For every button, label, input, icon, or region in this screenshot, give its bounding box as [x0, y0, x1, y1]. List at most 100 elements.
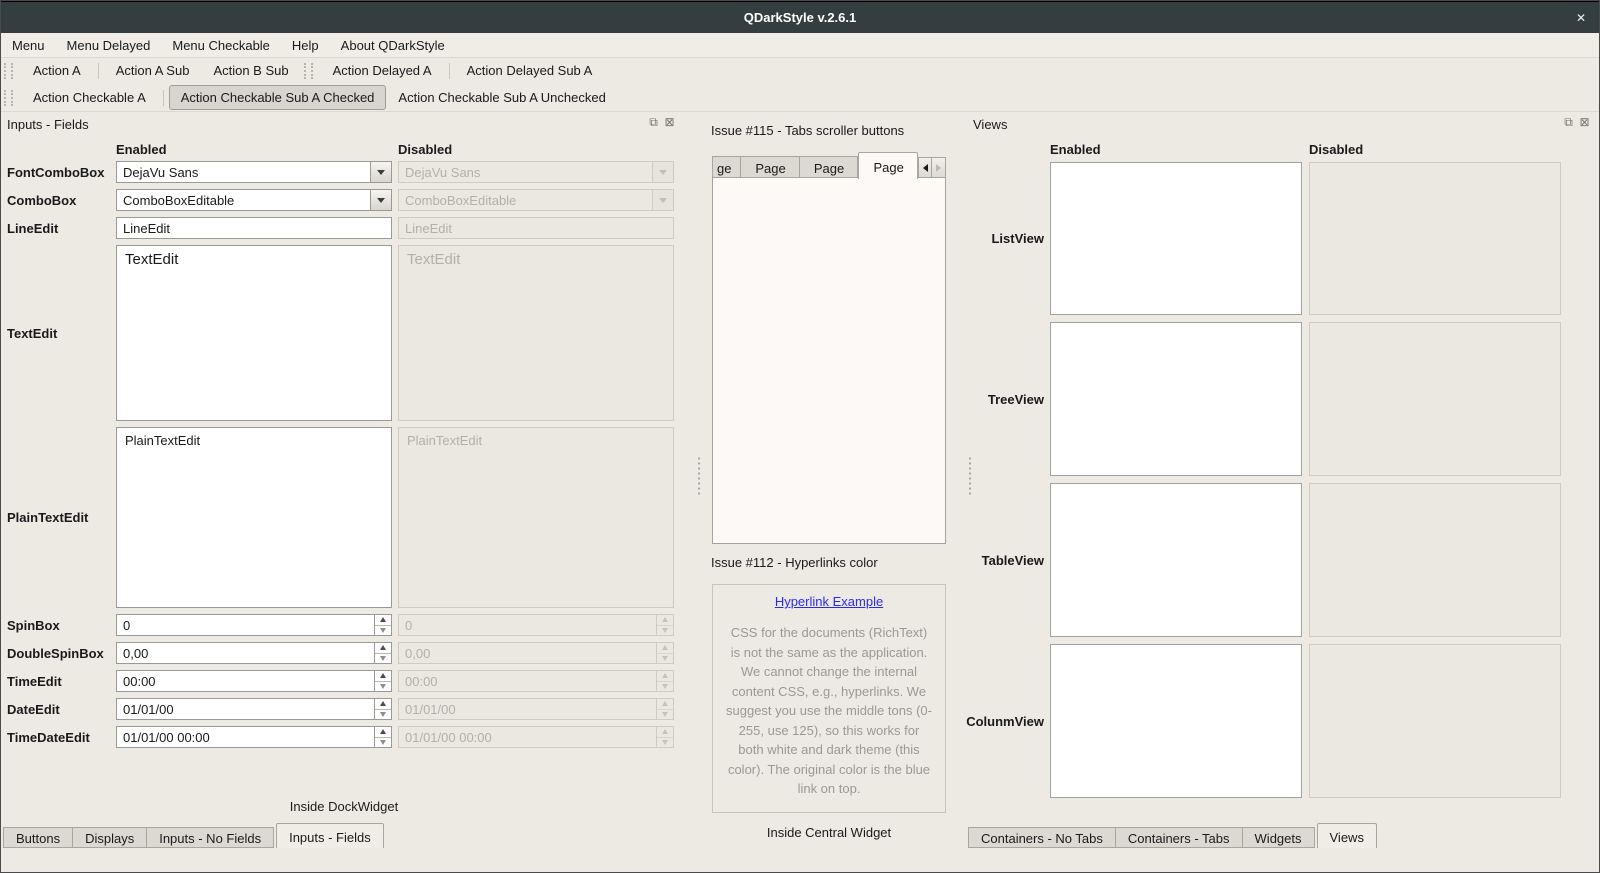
toolbar-button-action-delayed-sub-a[interactable]: Action Delayed Sub A: [455, 58, 605, 83]
tab-page[interactable]: Page: [799, 156, 859, 178]
close-icon[interactable]: ✕: [1576, 11, 1586, 25]
doublespinbox-disabled: 0,00: [398, 642, 674, 664]
tab-page-selected[interactable]: Page: [858, 152, 918, 179]
treeview-enabled[interactable]: [1050, 322, 1302, 476]
tab-page[interactable]: Page: [741, 156, 800, 178]
colunmview-label: ColunmView: [966, 713, 1044, 729]
spin-up-button[interactable]: [375, 615, 391, 626]
tab-displays[interactable]: Displays: [73, 827, 148, 848]
toolbar-button-action-b-sub[interactable]: Action B Sub: [201, 58, 300, 83]
tableview-enabled[interactable]: [1050, 483, 1302, 637]
menu-item-about-qdarkstyle[interactable]: About QDarkStyle: [330, 35, 456, 56]
tab-inputs-no-fields[interactable]: Inputs - No Fields: [147, 827, 275, 848]
tab-views[interactable]: Views: [1316, 823, 1377, 848]
tab-scroll-left-button[interactable]: [918, 157, 932, 178]
chevron-down-icon: [659, 169, 667, 175]
chevron-down-icon: [377, 169, 385, 175]
form-row-timedateedit: TimeDateEdit 01/01/00 00:00 01/01/00 00:…: [7, 726, 674, 748]
spin-down-button: [657, 654, 673, 664]
toolbar-button-action-delayed-a[interactable]: Action Delayed A: [321, 58, 444, 83]
timeedit-enabled[interactable]: 00:00: [116, 670, 392, 692]
spin-down-button[interactable]: [375, 738, 391, 748]
textedit-enabled[interactable]: TextEdit: [116, 245, 392, 421]
dock-close-icon[interactable]: ⊠: [1578, 115, 1591, 129]
tab-containers-tabs[interactable]: Containers - Tabs: [1115, 827, 1243, 848]
listview-disabled: [1309, 162, 1561, 315]
lineedit-enabled[interactable]: LineEdit: [116, 217, 392, 239]
column-header-enabled: Enabled: [1050, 142, 1101, 157]
views-grid: ListView TreeView TableView ColunmView: [966, 162, 1561, 805]
spin-down-button[interactable]: [375, 682, 391, 692]
spinbox-enabled[interactable]: 0: [116, 614, 392, 636]
spin-up-button: [657, 671, 673, 682]
form-row-timeedit: TimeEdit 00:00 00:00: [7, 670, 674, 692]
dock-views: Views ⧉ ⊠ Enabled Disabled ListView Tree…: [966, 112, 1599, 848]
toolbar-button-action-a-sub[interactable]: Action A Sub: [104, 58, 202, 83]
menu-item-menu[interactable]: Menu: [1, 35, 56, 56]
hyperlink-example-link[interactable]: Hyperlink Example: [775, 594, 883, 609]
spin-up-icon: [380, 617, 386, 623]
colunmview-enabled[interactable]: [1050, 644, 1302, 798]
tab-buttons[interactable]: Buttons: [3, 827, 74, 848]
timeedit-disabled: 00:00: [398, 670, 674, 692]
menu-item-menu-delayed[interactable]: Menu Delayed: [56, 35, 162, 56]
dock-float-icon[interactable]: ⧉: [647, 115, 660, 129]
spin-down-button: [657, 626, 673, 636]
plaintextedit-label: PlainTextEdit: [7, 510, 89, 525]
dock-close-icon[interactable]: ⊠: [663, 115, 676, 129]
timedateedit-enabled[interactable]: 01/01/00 00:00: [116, 726, 392, 748]
column-header-disabled: Disabled: [398, 142, 453, 157]
menubar: Menu Menu Delayed Menu Checkable Help Ab…: [1, 33, 1599, 58]
tab-inputs-fields[interactable]: Inputs - Fields: [276, 823, 384, 848]
toolbar-checkable: Action Checkable A Action Checkable Sub …: [1, 84, 1599, 112]
spin-down-button[interactable]: [375, 626, 391, 636]
toolbar-button-action-checkable-a[interactable]: Action Checkable A: [21, 85, 158, 110]
doublespinbox-label: DoubleSpinBox: [7, 645, 104, 661]
spin-up-button[interactable]: [375, 727, 391, 738]
toolbar-drag-handle[interactable]: [4, 89, 13, 106]
dock-float-icon[interactable]: ⧉: [1562, 115, 1575, 129]
spin-down-button[interactable]: [375, 654, 391, 664]
toolbar-drag-handle[interactable]: [303, 62, 313, 79]
plaintextedit-enabled[interactable]: PlainTextEdit: [116, 427, 392, 608]
spin-down-icon: [380, 627, 386, 633]
form-row-textedit: TextEdit TextEdit TextEdit: [7, 245, 674, 421]
toolbar-button-action-checkable-sub-a-unchecked[interactable]: Action Checkable Sub A Unchecked: [386, 85, 617, 110]
doublespinbox-enabled[interactable]: 0,00: [116, 642, 392, 664]
tab-page-truncated[interactable]: ge: [712, 156, 742, 178]
toolbar-actions: Action A Action A Sub Action B Sub Actio…: [1, 57, 1599, 84]
toolbar-drag-handle[interactable]: [4, 62, 13, 79]
titlebar[interactable]: QDarkStyle v.2.6.1 ✕: [1, 1, 1599, 34]
menu-item-menu-checkable[interactable]: Menu Checkable: [161, 35, 281, 56]
left-dock-tabbar: Buttons Displays Inputs - No Fields Inpu…: [3, 823, 385, 848]
dock-title: Views: [973, 117, 1008, 132]
spin-down-button[interactable]: [375, 710, 391, 720]
combobox-enabled[interactable]: ComboBoxEditable: [116, 189, 392, 211]
combo-dropdown-button[interactable]: [370, 190, 391, 210]
menu-item-help[interactable]: Help: [281, 35, 330, 56]
plaintextedit-disabled: PlainTextEdit: [398, 427, 674, 608]
dateedit-disabled: 01/01/00: [398, 698, 674, 720]
spin-up-icon: [380, 729, 386, 735]
form-row-doublespinbox: DoubleSpinBox 0,00 0,00: [7, 642, 674, 664]
spin-up-button[interactable]: [375, 699, 391, 710]
toolbar-button-action-checkable-sub-a-checked[interactable]: Action Checkable Sub A Checked: [168, 85, 387, 110]
views-row-colunmview: ColunmView: [966, 644, 1561, 798]
spin-up-button[interactable]: [375, 671, 391, 682]
tab-widgets[interactable]: Widgets: [1242, 827, 1315, 848]
dateedit-enabled[interactable]: 01/01/00: [116, 698, 392, 720]
combobox-disabled: ComboBoxEditable: [398, 189, 674, 211]
listview-enabled[interactable]: [1050, 162, 1302, 315]
spin-down-icon: [380, 683, 386, 689]
statusbar: [1, 848, 1599, 872]
toolbar-button-action-a[interactable]: Action A: [21, 58, 93, 83]
spin-up-icon: [380, 645, 386, 651]
fontcombobox-enabled[interactable]: DejaVu Sans: [116, 161, 392, 183]
tab-containers-no-tabs[interactable]: Containers - No Tabs: [968, 827, 1116, 848]
combo-dropdown-button[interactable]: [370, 162, 391, 182]
dock-title: Inputs - Fields: [7, 117, 89, 132]
spin-up-button[interactable]: [375, 643, 391, 654]
toolbar-separator: [97, 62, 99, 79]
form-row-plaintextedit: PlainTextEdit PlainTextEdit PlainTextEdi…: [7, 427, 674, 608]
hyperlink-demo-box: Hyperlink Example CSS for the documents …: [712, 584, 946, 813]
